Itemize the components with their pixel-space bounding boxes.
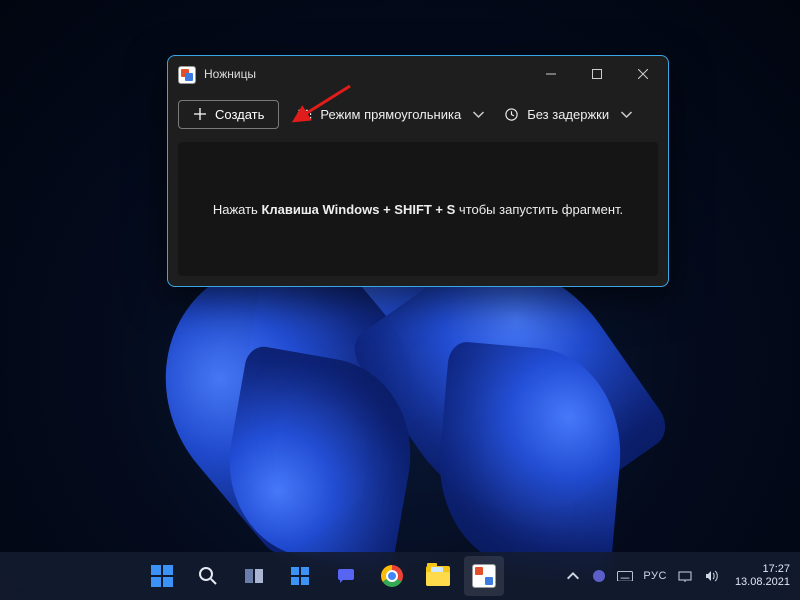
new-snip-label: Создать [215,107,264,122]
toolbar: Создать Режим прямоугольника Без задержк… [168,92,668,136]
chevron-down-icon [619,107,634,122]
chrome-button[interactable] [372,556,412,596]
rectangle-mode-icon [297,107,312,122]
snip-mode-label: Режим прямоугольника [320,107,461,122]
desktop: Ножницы Создать Режим прямоугольника [0,0,800,600]
minimize-button[interactable] [528,58,574,90]
tray-overflow-button[interactable] [565,568,581,584]
volume-tray-icon[interactable] [703,568,719,584]
titlebar[interactable]: Ножницы [168,56,668,92]
snipping-tool-taskbar-button[interactable] [464,556,504,596]
search-icon [196,564,220,588]
snipping-tool-icon [472,564,496,588]
system-tray: РУС 17:27 13.08.2021 [555,563,800,589]
task-view-button[interactable] [234,556,274,596]
folder-icon [426,566,450,586]
chat-icon [334,564,358,588]
hint-text: Нажать Клавиша Windows + SHIFT + S чтобы… [213,202,623,217]
hint-area: Нажать Клавиша Windows + SHIFT + S чтобы… [178,142,658,276]
hint-shortcut: Клавиша Windows + SHIFT + S [261,202,455,217]
search-button[interactable] [188,556,228,596]
teams-tray-icon[interactable] [591,568,607,584]
taskbar: РУС 17:27 13.08.2021 [0,552,800,600]
widgets-icon [288,564,312,588]
clock[interactable]: 17:27 13.08.2021 [735,563,790,589]
windows-logo-icon [151,565,173,587]
hint-suffix: чтобы запустить фрагмент. [455,202,623,217]
clock-time: 17:27 [735,563,790,576]
widgets-button[interactable] [280,556,320,596]
taskbar-center [90,556,555,596]
plus-icon [193,107,207,121]
new-snip-button[interactable]: Создать [178,100,279,129]
window-title: Ножницы [204,67,256,81]
clock-icon [504,107,519,122]
chat-button[interactable] [326,556,366,596]
snipping-tool-window: Ножницы Создать Режим прямоугольника [167,55,669,287]
network-tray-icon[interactable] [677,568,693,584]
file-explorer-button[interactable] [418,556,458,596]
start-button[interactable] [142,556,182,596]
close-button[interactable] [620,58,666,90]
delay-label: Без задержки [527,107,609,122]
snip-mode-dropdown[interactable]: Режим прямоугольника [297,107,486,122]
chevron-down-icon [471,107,486,122]
language-indicator[interactable]: РУС [643,570,667,582]
delay-dropdown[interactable]: Без задержки [504,107,634,122]
task-view-icon [242,564,266,588]
app-icon [178,66,194,82]
chrome-icon [381,565,403,587]
maximize-button[interactable] [574,58,620,90]
hint-prefix: Нажать [213,202,262,217]
clock-date: 13.08.2021 [735,576,790,589]
keyboard-tray-icon[interactable] [617,568,633,584]
